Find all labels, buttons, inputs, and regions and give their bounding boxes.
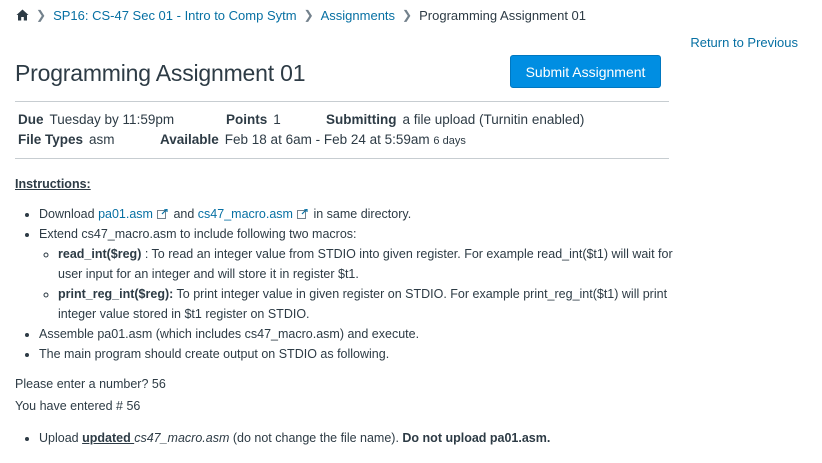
macro-name: read_int($reg): [58, 247, 142, 261]
available-label: Available: [160, 132, 219, 147]
breadcrumb-assignments-link[interactable]: Assignments: [321, 8, 395, 23]
list-text: Download: [39, 207, 99, 221]
list-text: Extend cs47_macro.asm to include followi…: [39, 227, 357, 241]
due-value: Tuesday by 11:59pm: [49, 112, 175, 127]
external-link-icon: [156, 209, 168, 219]
list-item: Download pa01.asm and cs47_macro.asm in …: [39, 204, 699, 224]
file-name: cs47_macro.asm: [134, 431, 230, 445]
submitting-label: Submitting: [326, 112, 397, 127]
due-label: Due: [18, 112, 44, 127]
list-item: read_int($reg) : To read an integer valu…: [58, 244, 699, 284]
list-text: : To read an integer value from STDIO in…: [58, 247, 673, 281]
points-value: 1: [273, 112, 281, 127]
cs47-macro-asm-link[interactable]: cs47_macro.asm: [198, 207, 293, 221]
list-item: The main program should create output on…: [39, 344, 699, 364]
chevron-right-icon: ❯: [36, 8, 47, 22]
list-item: Upload updated cs47_macro.asm (do not ch…: [39, 428, 699, 448]
breadcrumb: ❯ SP16: CS-47 Sec 01 - Intro to Comp Syt…: [16, 7, 586, 23]
output-line: You have entered # 56: [15, 399, 141, 413]
file-types-value: asm: [89, 132, 115, 147]
chevron-right-icon: ❯: [303, 8, 314, 22]
macro-list: read_int($reg) : To read an integer valu…: [39, 244, 699, 324]
macro-name: print_reg_int($reg):: [58, 287, 174, 301]
list-text: and: [169, 207, 198, 221]
file-types-label: File Types: [18, 132, 84, 147]
due-detail: Due Tuesday by 11:59pm: [18, 112, 174, 127]
points-detail: Points 1: [226, 112, 281, 127]
upload-list: Upload updated cs47_macro.asm (do not ch…: [15, 428, 699, 448]
chevron-right-icon: ❯: [402, 8, 413, 22]
submit-assignment-button[interactable]: Submit Assignment: [510, 55, 661, 88]
instructions-heading: Instructions:: [15, 177, 91, 191]
warning-text: Do not upload pa01.asm.: [402, 431, 551, 445]
list-text: Upload: [39, 431, 83, 445]
list-item: print_reg_int($reg): To print integer va…: [58, 284, 699, 324]
pa01-asm-link[interactable]: pa01.asm: [98, 207, 153, 221]
home-icon[interactable]: [16, 9, 29, 21]
list-text: (do not change the file name).: [229, 431, 403, 445]
list-text: in same directory.: [309, 207, 412, 221]
breadcrumb-current: Programming Assignment 01: [419, 7, 587, 23]
external-link-icon: [296, 209, 308, 219]
divider: [15, 101, 669, 102]
available-detail: Available Feb 18 at 6am - Feb 24 at 5:59a…: [160, 132, 466, 147]
page-title: Programming Assignment 01: [15, 60, 306, 86]
list-item: Assemble pa01.asm (which includes cs47_m…: [39, 324, 699, 344]
file-types-detail: File Types asm: [18, 132, 115, 147]
available-days: 6 days: [433, 135, 466, 147]
return-to-previous-link[interactable]: Return to Previous: [690, 35, 798, 50]
updated-text: updated: [82, 431, 135, 445]
list-item: Extend cs47_macro.asm to include followi…: [39, 224, 699, 324]
submitting-detail: Submitting a file upload (Turnitin enable…: [326, 112, 584, 127]
available-value: Feb 18 at 6am - Feb 24 at 5:59am: [224, 132, 430, 147]
output-line: Please enter a number? 56: [15, 377, 166, 391]
instructions-list: Download pa01.asm and cs47_macro.asm in …: [15, 204, 699, 364]
divider: [15, 158, 669, 159]
breadcrumb-course-link[interactable]: SP16: CS-47 Sec 01 - Intro to Comp Sytm: [53, 8, 297, 23]
submitting-value: a file upload (Turnitin enabled): [402, 112, 585, 127]
points-label: Points: [226, 112, 268, 127]
